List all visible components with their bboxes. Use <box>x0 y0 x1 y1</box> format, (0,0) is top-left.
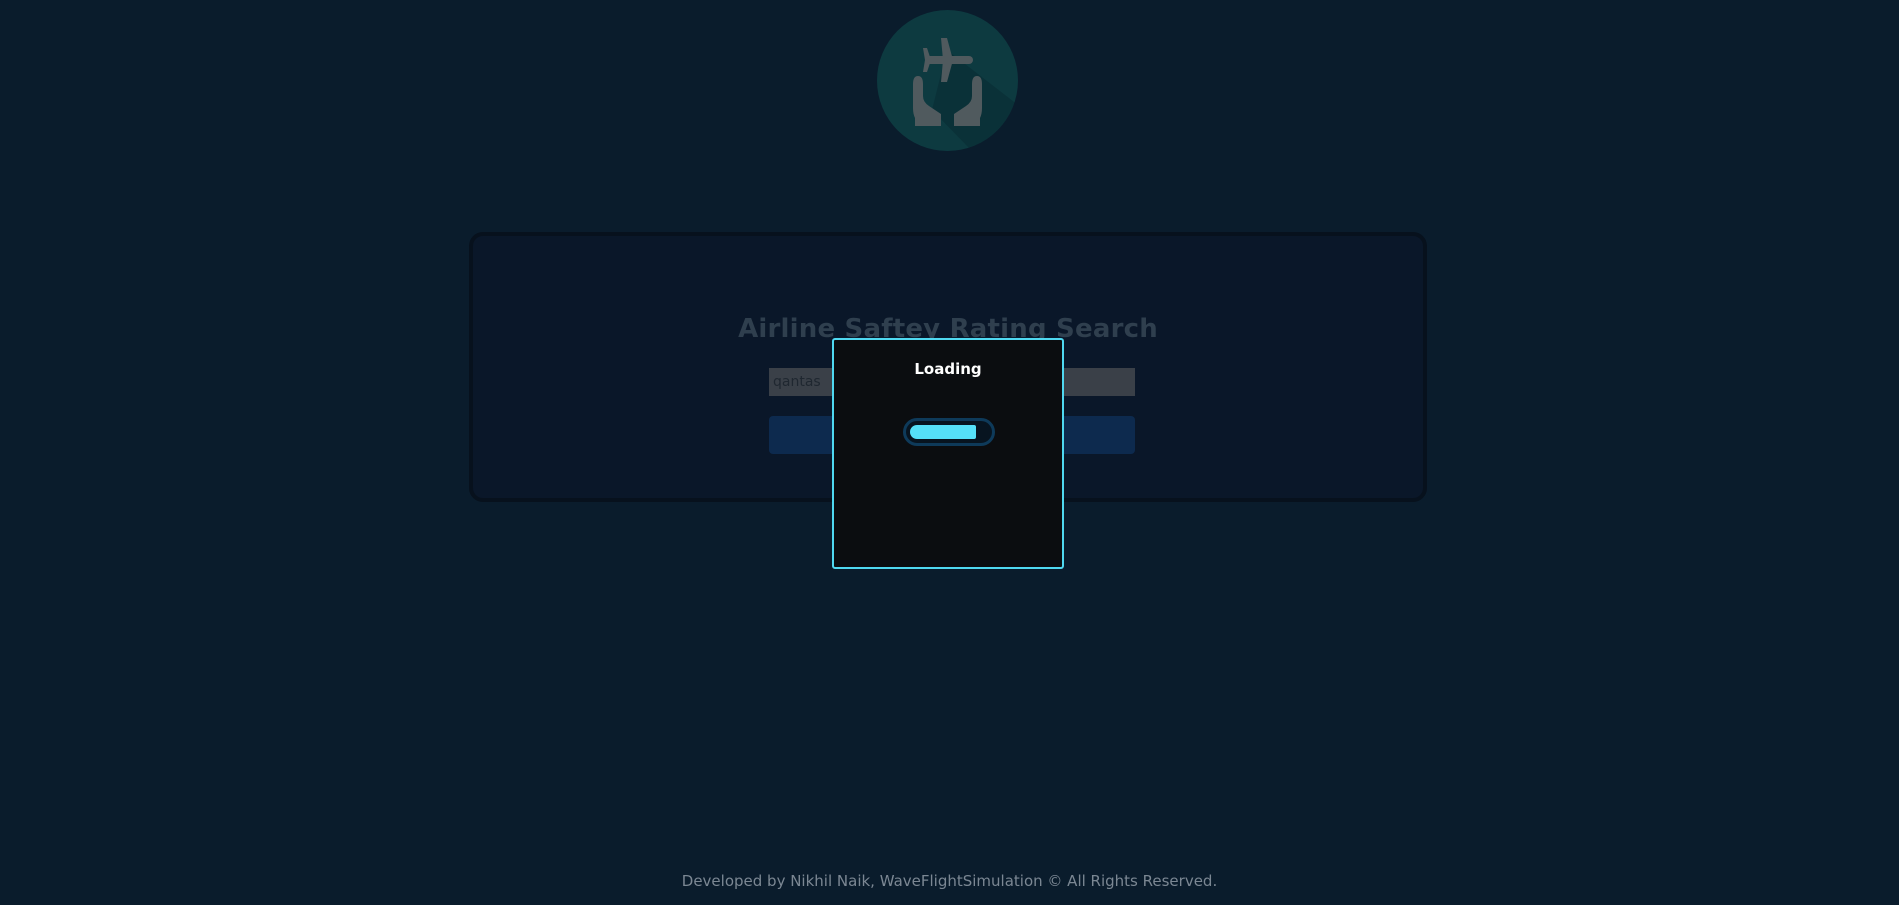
airplane-in-hands-icon <box>877 10 1018 151</box>
loading-progress-fill <box>910 425 977 439</box>
loading-title: Loading <box>914 360 982 378</box>
page: Airline Saftey Rating Search Loading Dev… <box>0 0 1899 905</box>
loading-progress-bar <box>903 418 995 446</box>
footer-text: Developed by Nikhil Naik, WaveFlightSimu… <box>681 872 1218 890</box>
loading-dialog: Loading <box>832 338 1064 569</box>
